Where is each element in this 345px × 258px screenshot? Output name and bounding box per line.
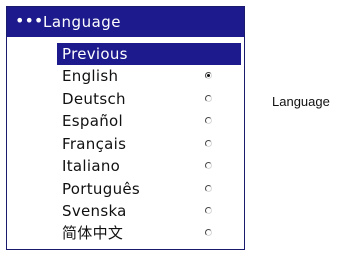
menu-item-svenska[interactable]: Svenska (57, 200, 241, 222)
menu-item-previous[interactable]: Previous (57, 43, 241, 65)
radio-english[interactable] (205, 72, 212, 79)
menu-item-label: Português (62, 180, 141, 198)
menu-item-italiano[interactable]: Italiano (57, 155, 241, 177)
radio-deutsch[interactable] (205, 95, 212, 102)
radio-chinese-simplified[interactable] (205, 229, 212, 236)
menu-dots-icon: ••• (15, 11, 44, 30)
radio-francais[interactable] (205, 140, 212, 147)
radio-portugues[interactable] (205, 185, 212, 192)
menu-item-label: English (62, 67, 119, 85)
radio-espanol[interactable] (205, 117, 212, 124)
menu-item-label: Svenska (62, 202, 127, 220)
menu-item-label: Deutsch (62, 90, 126, 108)
menu-item-espanol[interactable]: Español (57, 110, 241, 132)
menu-item-portugues[interactable]: Português (57, 178, 241, 200)
menu-item-francais[interactable]: Français (57, 133, 241, 155)
radio-italiano[interactable] (205, 162, 212, 169)
caption-label: Language (272, 94, 330, 109)
menu-item-label: Previous (62, 45, 128, 63)
menu-item-label: Español (62, 112, 123, 130)
menu-header: ••• Language (7, 7, 244, 37)
menu-item-label: Italiano (62, 157, 121, 175)
menu-item-chinese-simplified[interactable]: 简体中文 (57, 222, 241, 244)
menu-title: Language (43, 13, 122, 31)
menu-item-label: Français (62, 135, 127, 153)
radio-svenska[interactable] (205, 207, 212, 214)
menu-item-english[interactable]: English (57, 65, 241, 87)
menu-item-label: 简体中文 (62, 224, 124, 242)
language-menu: ••• Language Previous English Deutsch Es… (6, 6, 245, 250)
menu-item-deutsch[interactable]: Deutsch (57, 88, 241, 110)
